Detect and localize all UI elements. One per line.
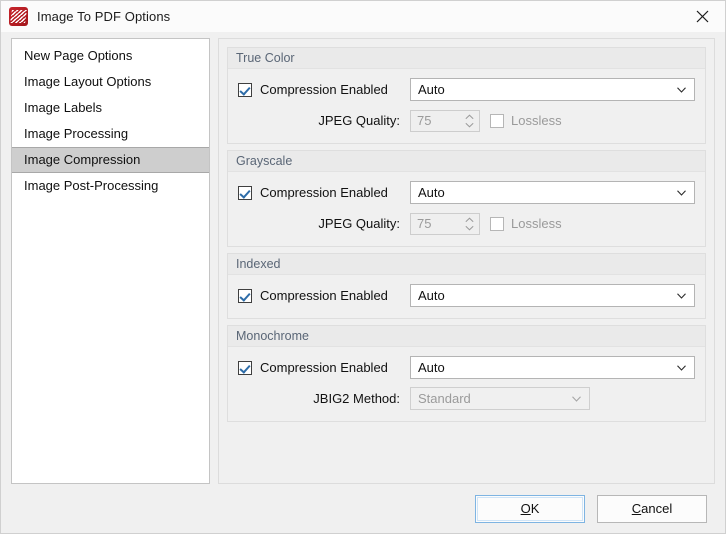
monochrome-compression-enabled-checkbox[interactable]: Compression Enabled [238,360,410,375]
checkbox-icon [490,113,504,128]
sidebar-item-image-post-processing[interactable]: Image Post-Processing [12,173,209,199]
close-icon [696,10,709,23]
group-indexed: Indexed Compression Enabled Auto [227,253,706,319]
checkbox-icon [238,82,252,97]
cancel-suffix: ancel [641,501,673,516]
group-grayscale: Grayscale Compression Enabled Auto JPEG … [227,150,706,247]
dropdown-value: Auto [418,360,445,375]
window-title: Image To PDF Options [37,9,171,24]
chevron-down-icon [572,395,581,402]
checkbox-label: Compression Enabled [260,360,388,375]
group-true-color: True Color Compression Enabled Auto JPEG… [227,47,706,144]
dialog-footer: OK Cancel [1,484,725,533]
checkbox-label: Compression Enabled [260,82,388,97]
grayscale-lossless-checkbox[interactable]: Lossless [490,216,562,231]
true-color-compression-enabled-checkbox[interactable]: Compression Enabled [238,82,410,97]
settings-category-list[interactable]: New Page Options Image Layout Options Im… [11,38,210,484]
ok-button[interactable]: OK [475,494,585,523]
dropdown-value: Auto [418,82,445,97]
cancel-button[interactable]: Cancel [597,494,707,523]
jbig2-method-dropdown[interactable]: Standard [410,387,590,410]
checkbox-icon [238,288,252,303]
checkbox-label: Compression Enabled [260,185,388,200]
checkbox-label: Lossless [511,113,562,128]
jbig2-method-label: JBIG2 Method: [313,391,400,406]
dialog-window: Image To PDF Options New Page Options Im… [0,0,726,534]
monochrome-compression-method-dropdown[interactable]: Auto [410,356,695,379]
chevron-up-icon [465,217,474,222]
image-compression-panel: True Color Compression Enabled Auto JPEG… [218,38,715,484]
checkbox-label: Lossless [511,216,562,231]
sidebar-item-image-compression[interactable]: Image Compression [12,147,209,173]
checkbox-label: Compression Enabled [260,288,388,303]
sidebar-item-new-page-options[interactable]: New Page Options [12,43,209,69]
true-color-jpeg-quality-label: JPEG Quality: [318,113,400,128]
stepper-arrows[interactable] [465,217,474,230]
checkbox-icon [238,185,252,200]
group-title-indexed: Indexed [228,254,705,275]
ok-accel: O [520,501,531,516]
chevron-down-icon [677,86,686,93]
grayscale-compression-enabled-checkbox[interactable]: Compression Enabled [238,185,410,200]
close-button[interactable] [680,1,725,32]
group-title-grayscale: Grayscale [228,151,705,172]
group-monochrome: Monochrome Compression Enabled Auto JBIG… [227,325,706,422]
chevron-up-icon [465,114,474,119]
dialog-content: New Page Options Image Layout Options Im… [1,32,725,484]
grayscale-compression-method-dropdown[interactable]: Auto [410,181,695,204]
checkbox-icon [238,360,252,375]
stepper-arrows[interactable] [465,114,474,127]
pdf-xchange-icon [9,7,28,26]
cancel-accel: C [631,501,642,516]
sidebar-item-image-layout-options[interactable]: Image Layout Options [12,69,209,95]
group-title-monochrome: Monochrome [228,326,705,347]
true-color-compression-method-dropdown[interactable]: Auto [410,78,695,101]
title-bar: Image To PDF Options [1,1,725,32]
dropdown-value: Auto [418,288,445,303]
grayscale-jpeg-quality-label: JPEG Quality: [318,216,400,231]
sidebar-item-image-processing[interactable]: Image Processing [12,121,209,147]
chevron-down-icon [465,225,474,230]
stepper-value: 75 [417,216,432,231]
chevron-down-icon [677,189,686,196]
indexed-compression-enabled-checkbox[interactable]: Compression Enabled [238,288,410,303]
group-title-true-color: True Color [228,48,705,69]
grayscale-jpeg-quality-stepper[interactable]: 75 [410,212,480,235]
true-color-lossless-checkbox[interactable]: Lossless [490,113,562,128]
checkbox-icon [490,216,504,231]
true-color-jpeg-quality-stepper[interactable]: 75 [410,109,480,132]
chevron-down-icon [465,122,474,127]
stepper-value: 75 [417,113,432,128]
sidebar-item-image-labels[interactable]: Image Labels [12,95,209,121]
chevron-down-icon [677,364,686,371]
dropdown-value: Auto [418,185,445,200]
ok-suffix: K [530,501,540,516]
indexed-compression-method-dropdown[interactable]: Auto [410,284,695,307]
chevron-down-icon [677,292,686,299]
dropdown-value: Standard [418,391,471,406]
